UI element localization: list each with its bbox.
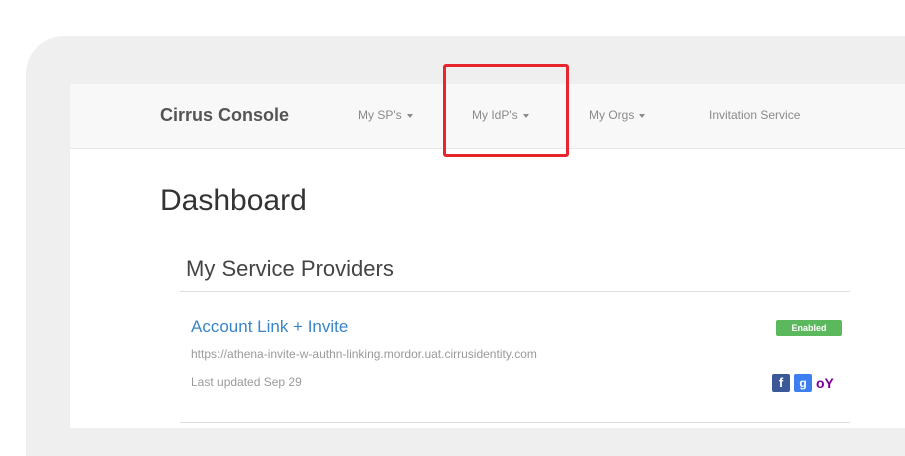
nav-my-orgs-label: My Orgs bbox=[589, 108, 635, 122]
panel-heading: My Service Providers bbox=[186, 256, 394, 281]
nav-my-sps-label: My SP's bbox=[358, 108, 402, 122]
page-title: Dashboard bbox=[160, 184, 307, 217]
nav-invitation-service[interactable]: Invitation Service bbox=[709, 108, 800, 122]
caret-down-icon bbox=[639, 113, 646, 118]
yahoo-icon: oY bbox=[816, 375, 834, 391]
google-plus-icon: g bbox=[794, 374, 812, 392]
status-badge: Enabled bbox=[776, 320, 842, 336]
divider bbox=[180, 422, 850, 423]
sp-name-link[interactable]: Account Link + Invite bbox=[191, 317, 348, 337]
nav-my-sps[interactable]: My SP's bbox=[358, 108, 413, 122]
divider bbox=[180, 291, 850, 292]
facebook-icon: f bbox=[772, 374, 790, 392]
nav-invitation-service-label: Invitation Service bbox=[709, 108, 801, 122]
nav-my-orgs[interactable]: My Orgs bbox=[589, 108, 646, 122]
brand-logo[interactable]: Cirrus Console bbox=[160, 105, 289, 126]
sp-last-updated: Last updated Sep 29 bbox=[191, 375, 302, 389]
caret-down-icon bbox=[406, 113, 413, 118]
highlight-box bbox=[443, 64, 569, 157]
sp-url: https://athena-invite-w-authn-linking.mo… bbox=[191, 347, 537, 361]
